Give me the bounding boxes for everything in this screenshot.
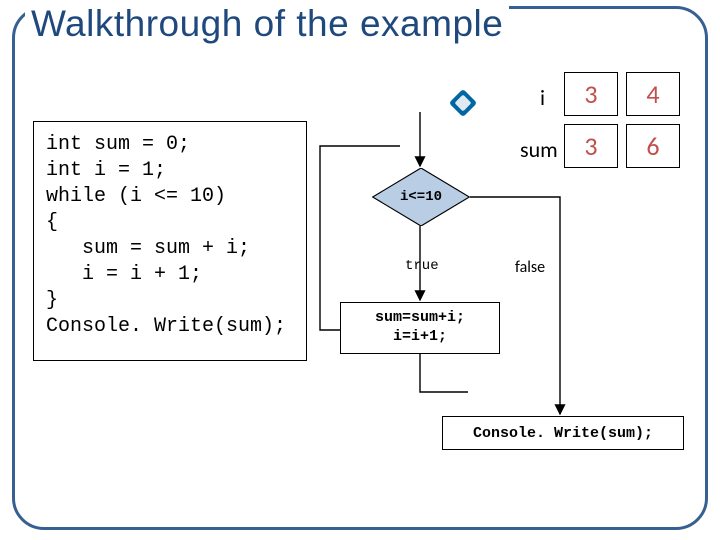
process-line: i=i+1; [393, 328, 447, 347]
flow-decision: i<=10 [372, 168, 470, 226]
code-line: int i = 1; [46, 159, 166, 182]
var-i-next: 4 [626, 72, 680, 116]
code-line: int sum = 0; [46, 133, 190, 156]
flow-final: Console. Write(sum); [442, 416, 684, 450]
var-sum-label: sum [520, 136, 558, 163]
slide-title: Walkthrough of the example [25, 3, 509, 45]
var-sum-prev: 3 [564, 124, 618, 168]
var-i-prev: 3 [564, 72, 618, 116]
code-line: sum = sum + i; [46, 237, 250, 260]
var-i-label: i [540, 84, 545, 111]
code-line: } [46, 289, 58, 312]
process-line: sum=sum+i; [375, 309, 465, 328]
flow-process: sum=sum+i; i=i+1; [340, 302, 500, 354]
decision-text: i<=10 [372, 168, 470, 226]
code-line: Console. Write(sum); [46, 315, 286, 338]
code-line: while (i <= 10) [46, 185, 226, 208]
false-label: false [515, 258, 545, 277]
code-box: int sum = 0; int i = 1; while (i <= 10) … [33, 121, 307, 361]
true-label: true [405, 258, 439, 274]
code-line: i = i + 1; [46, 263, 202, 286]
var-sum-next: 6 [626, 124, 680, 168]
code-line: { [46, 211, 58, 234]
